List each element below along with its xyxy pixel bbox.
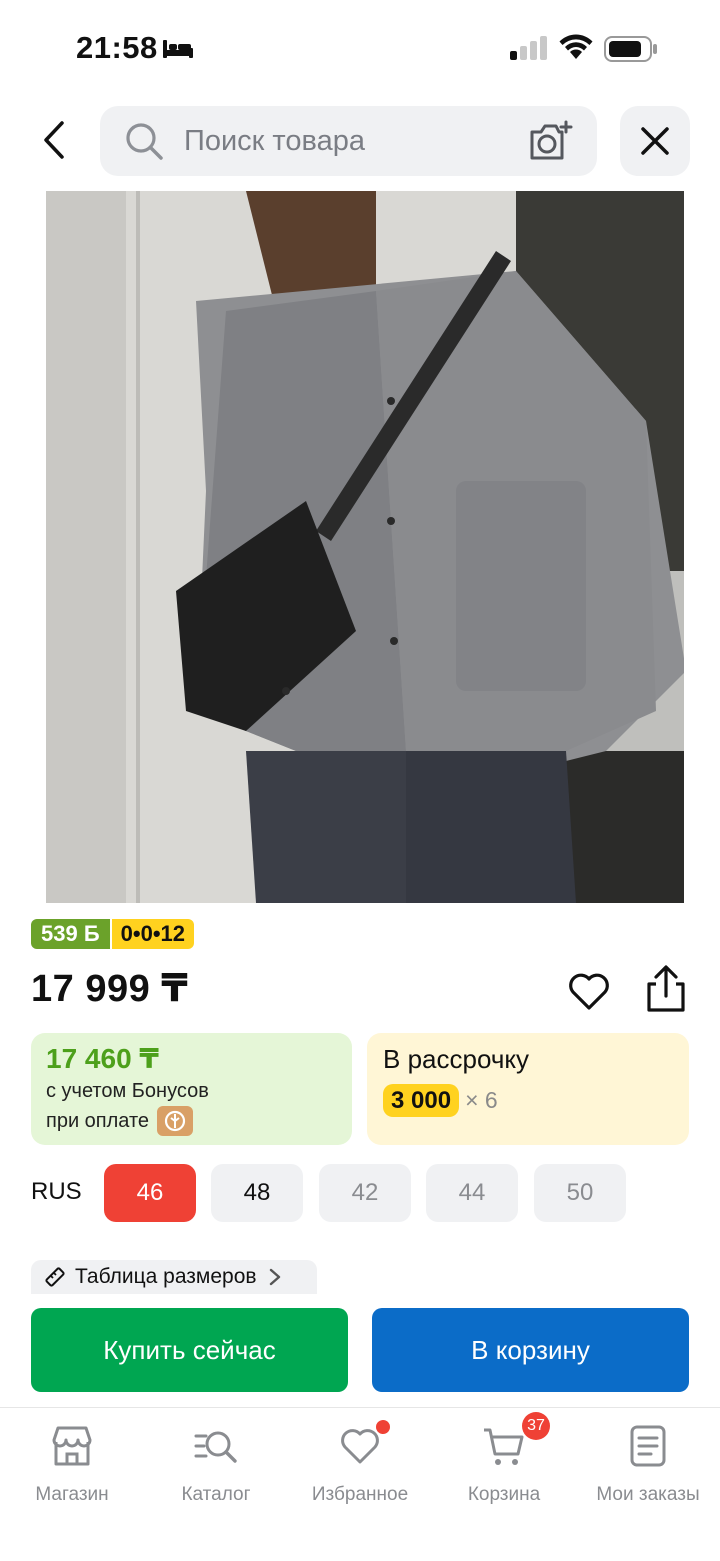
bonus-text-line1: с учетом Бонусов <box>46 1080 209 1102</box>
size-chart-link[interactable]: Таблица размеров <box>31 1260 317 1294</box>
bottom-navigation: Магазин Каталог Избранное 37 Корзина Мои… <box>0 1407 720 1561</box>
nav-item-store[interactable]: Магазин <box>0 1408 144 1518</box>
bonus-price-card[interactable]: 17 460 ₸ с учетом Бонусов при оплате <box>31 1033 352 1145</box>
cart-icon-wrap: 37 <box>482 1412 550 1468</box>
installment-row: 3 000 × 6 <box>383 1084 673 1117</box>
search-icon <box>126 123 163 160</box>
back-button[interactable] <box>24 104 84 176</box>
size-option-42[interactable]: 42 <box>319 1164 411 1222</box>
nav-label-catalog: Каталог <box>181 1484 251 1505</box>
nav-label-cart: Корзина <box>467 1484 541 1505</box>
installment-amount: 3 000 <box>383 1084 460 1117</box>
favorite-heart-icon[interactable] <box>566 968 612 1014</box>
size-option-48[interactable]: 48 <box>211 1164 303 1222</box>
nav-label-orders: Мои заказы <box>596 1484 700 1505</box>
cart-icon <box>484 1428 524 1465</box>
ruler-icon <box>45 1267 65 1287</box>
product-price: 17 999 ₸ <box>31 968 189 1010</box>
nav-item-favorites[interactable]: Избранное <box>288 1408 432 1518</box>
chevron-left-icon <box>44 121 64 159</box>
installment-badge: 0•0•12 <box>111 919 194 949</box>
bonus-price: 17 460 ₸ <box>46 1043 159 1074</box>
size-option-50[interactable]: 50 <box>534 1164 626 1222</box>
cart-count-badge: 37 <box>522 1412 550 1440</box>
status-time: 21:58 <box>76 30 158 65</box>
camera-search-icon[interactable] <box>528 120 574 162</box>
add-to-cart-button[interactable]: В корзину <box>372 1308 689 1392</box>
nav-item-catalog[interactable]: Каталог <box>144 1408 288 1518</box>
bonus-badge: 539 Б <box>31 919 110 949</box>
product-photo-illustration <box>46 191 684 903</box>
nav-label-favorites: Избранное <box>311 1484 409 1505</box>
bonus-text-line2-row: при оплате <box>46 1106 337 1136</box>
cellular-signal-icon <box>510 36 547 60</box>
search-input[interactable] <box>184 116 514 166</box>
catalog-search-icon <box>194 1431 237 1463</box>
close-button[interactable] <box>620 106 690 176</box>
installment-card[interactable]: В рассрочку 3 000 × 6 <box>367 1033 689 1145</box>
installment-multiplier: × 6 <box>465 1087 498 1113</box>
bonus-text-line2: при оплате <box>46 1109 150 1132</box>
nav-item-orders[interactable]: Мои заказы <box>576 1408 720 1518</box>
size-option-46[interactable]: 46 <box>104 1164 196 1222</box>
search-bar[interactable] <box>100 106 597 176</box>
header <box>0 104 720 180</box>
orders-icon <box>630 1425 666 1467</box>
store-icon <box>52 1426 92 1466</box>
size-chart-label: Таблица размеров <box>75 1265 257 1288</box>
nav-item-cart[interactable]: 37 Корзина <box>432 1408 576 1518</box>
kaspi-payment-icon <box>157 1106 194 1136</box>
installment-title: В рассрочку <box>383 1044 530 1074</box>
heart-icon <box>341 1429 379 1464</box>
product-badges: 539 Б 0•0•12 <box>31 919 194 949</box>
chevron-right-icon <box>269 1268 280 1286</box>
favorites-icon-wrap <box>338 1420 390 1468</box>
size-option-44[interactable]: 44 <box>426 1164 518 1222</box>
favorites-notification-dot <box>376 1420 390 1434</box>
buy-now-button[interactable]: Купить сейчас <box>31 1308 348 1392</box>
wifi-icon <box>559 34 593 59</box>
size-system-label: RUS <box>31 1178 82 1205</box>
battery-icon <box>604 36 657 62</box>
bed-icon <box>163 40 193 58</box>
product-image[interactable] <box>46 191 684 903</box>
nav-label-store: Магазин <box>35 1484 109 1505</box>
status-bar: 21:58 <box>0 0 720 96</box>
close-icon <box>641 127 669 155</box>
share-icon[interactable] <box>642 964 690 1014</box>
